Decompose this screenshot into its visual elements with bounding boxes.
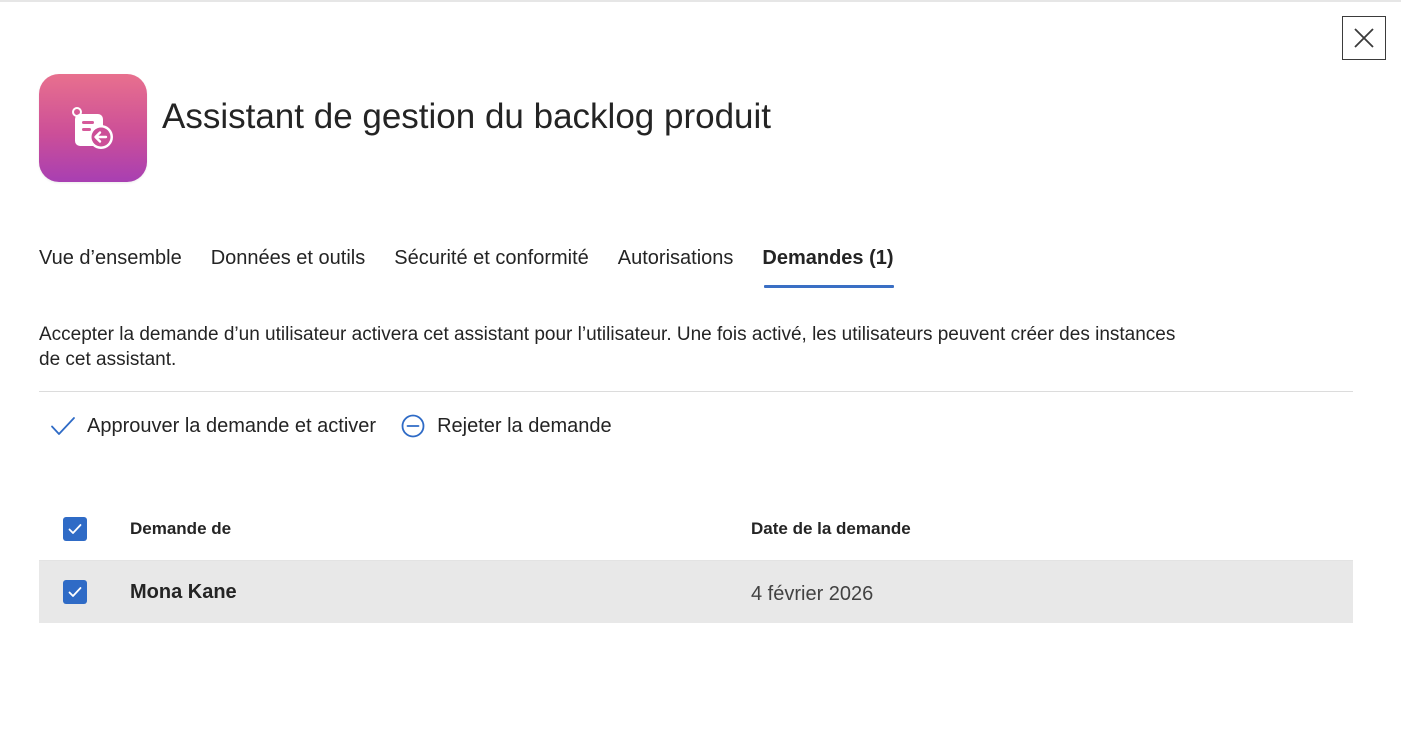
column-header-request-date[interactable]: Date de la demande bbox=[751, 519, 911, 539]
tab-list: Vue d’ensemble Données et outils Sécurit… bbox=[39, 242, 923, 288]
divider bbox=[39, 391, 1353, 392]
requests-table: Demande de Date de la demande Mona Kane … bbox=[39, 498, 1353, 623]
column-header-requester[interactable]: Demande de bbox=[130, 519, 231, 539]
tab-security-and-compliance[interactable]: Sécurité et conformité bbox=[394, 242, 589, 288]
app-icon bbox=[39, 74, 147, 182]
tab-requests[interactable]: Demandes (1) bbox=[762, 242, 894, 288]
reject-request-button[interactable]: Rejeter la demande bbox=[400, 410, 612, 442]
tab-data-and-tools[interactable]: Données et outils bbox=[211, 242, 366, 288]
requests-description: Accepter la demande d’un utilisateur act… bbox=[39, 324, 1176, 370]
request-date: 4 février 2026 bbox=[751, 583, 874, 605]
reject-request-label: Rejeter la demande bbox=[437, 414, 612, 437]
tab-overview[interactable]: Vue d’ensemble bbox=[39, 242, 182, 288]
row-checkbox[interactable] bbox=[63, 580, 87, 604]
close-button[interactable] bbox=[1342, 16, 1386, 60]
action-toolbar: Approuver la demande et activer Rejeter … bbox=[50, 410, 636, 442]
check-icon bbox=[68, 587, 82, 597]
assistant-details-panel: Assistant de gestion du backlog produit … bbox=[0, 0, 1401, 745]
table-row[interactable]: Mona Kane 4 février 2026 bbox=[39, 561, 1353, 623]
approve-request-button[interactable]: Approuver la demande et activer bbox=[50, 410, 376, 442]
close-icon bbox=[1354, 28, 1374, 48]
page-title: Assistant de gestion du backlog produit bbox=[162, 97, 771, 136]
tab-permissions[interactable]: Autorisations bbox=[618, 242, 734, 288]
checkmark-icon bbox=[50, 413, 76, 439]
requester-name: Mona Kane bbox=[130, 580, 237, 603]
minus-circle-icon bbox=[400, 413, 426, 439]
backlog-list-arrow-icon bbox=[72, 107, 113, 149]
approve-request-label: Approuver la demande et activer bbox=[87, 414, 377, 437]
select-all-checkbox[interactable] bbox=[63, 517, 87, 541]
check-icon bbox=[68, 524, 82, 534]
table-header-row: Demande de Date de la demande bbox=[39, 498, 1353, 561]
